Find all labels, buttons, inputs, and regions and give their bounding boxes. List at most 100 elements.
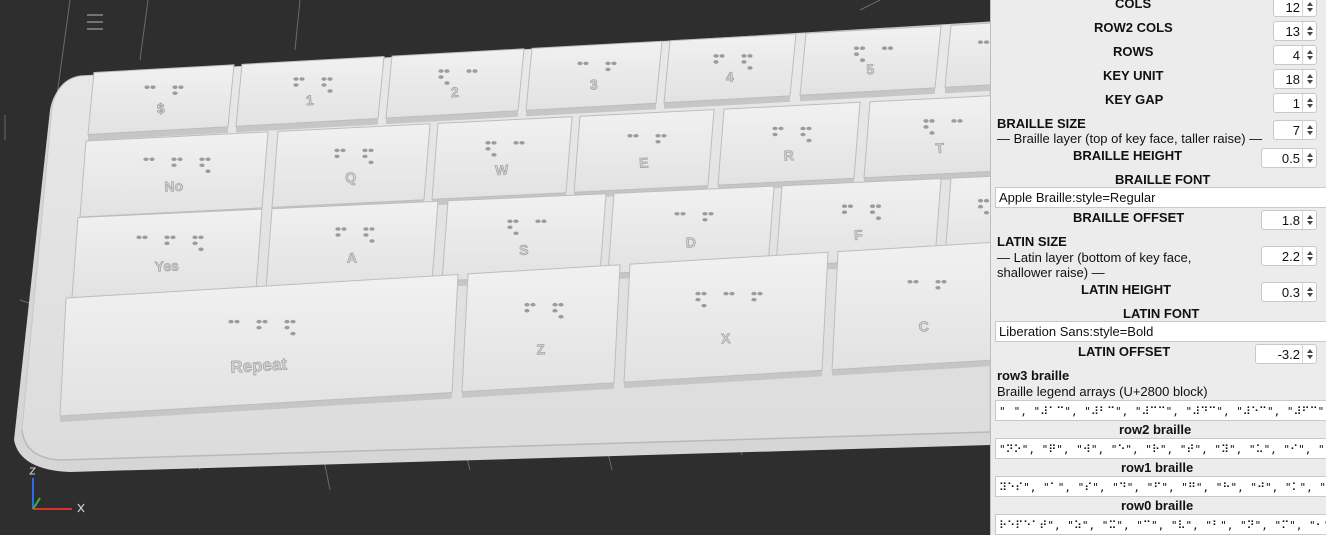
key: 4 bbox=[663, 33, 797, 109]
grid-marker-icon bbox=[87, 14, 103, 30]
spinner-arrows-icon[interactable] bbox=[1302, 70, 1316, 88]
latin-size-label: LATIN SIZE bbox=[997, 234, 1067, 249]
row0-braille-label: row0 braille bbox=[1121, 498, 1194, 513]
spinner-arrows-icon[interactable] bbox=[1302, 94, 1316, 112]
key-legend: F bbox=[854, 227, 864, 243]
braille-font-input[interactable]: Apple Braille:style=Regular bbox=[995, 187, 1326, 208]
key-legend: A bbox=[346, 249, 357, 265]
spinner-arrows-icon[interactable] bbox=[1302, 46, 1316, 64]
latin-offset-value: -3.2 bbox=[1277, 347, 1300, 362]
key-legend: D bbox=[685, 234, 696, 250]
row1-braille-label: row1 braille bbox=[1121, 460, 1194, 475]
latin-offset-input[interactable]: -3.2 bbox=[1255, 344, 1317, 364]
braille-height-value: 0.5 bbox=[1281, 151, 1300, 166]
key-legend: $ bbox=[156, 100, 165, 116]
row3-braille-input[interactable]: "⠀", "⠼⠁⠉", "⠼⠃⠉", "⠼⠉⠉", "⠼⠙⠉", "⠼⠑⠉", … bbox=[995, 400, 1326, 421]
3d-viewport[interactable]: $1 2 3 4 5 No Q W E R T Yes A S D F Repeat Z X C bbox=[0, 0, 990, 535]
key: Z bbox=[461, 264, 621, 398]
key: 1 bbox=[235, 55, 385, 133]
key-legend: 5 bbox=[866, 61, 875, 77]
latin-size-input[interactable]: 2.2 bbox=[1261, 246, 1317, 266]
spinner-arrows-icon[interactable] bbox=[1302, 211, 1316, 229]
rows-value: 4 bbox=[1292, 48, 1300, 63]
latin-layer-description-1: — Latin layer (bottom of key face, bbox=[997, 250, 1192, 265]
rows-input[interactable]: 4 bbox=[1273, 45, 1317, 65]
spinner-arrows-icon[interactable] bbox=[1302, 247, 1316, 265]
latin-font-input[interactable]: Liberation Sans:style=Bold bbox=[995, 321, 1326, 342]
braille-height-input[interactable]: 0.5 bbox=[1261, 148, 1317, 168]
key-legend: R bbox=[783, 147, 794, 163]
latin-size-value: 2.2 bbox=[1281, 249, 1300, 264]
row2-braille-input[interactable]: "⠝⠕", "⠟", "⠺", "⠑", "⠗", "⠞", "⠽", "⠥",… bbox=[995, 438, 1326, 459]
key: No bbox=[79, 131, 269, 223]
cols-value: 12 bbox=[1285, 0, 1300, 15]
key-legend: W bbox=[495, 161, 510, 178]
key-legend: X bbox=[721, 330, 732, 347]
row2-braille-label: row2 braille bbox=[1119, 422, 1192, 437]
braille-size-input[interactable]: 7 bbox=[1273, 120, 1317, 140]
spinner-arrows-icon[interactable] bbox=[1302, 22, 1316, 40]
key: Repeat bbox=[59, 273, 459, 422]
key-legend: 1 bbox=[305, 92, 314, 108]
key: C bbox=[831, 242, 990, 376]
latin-height-value: 0.3 bbox=[1281, 285, 1300, 300]
spinner-arrows-icon[interactable] bbox=[1302, 0, 1316, 16]
key: W bbox=[431, 116, 573, 206]
key-gap-value: 1 bbox=[1292, 96, 1300, 111]
key-unit-input[interactable]: 18 bbox=[1273, 69, 1317, 89]
braille-layer-description: — Braille layer (top of key face, taller… bbox=[997, 131, 1263, 146]
key-gap-input[interactable]: 1 bbox=[1273, 93, 1317, 113]
rows-label: ROWS bbox=[1113, 44, 1154, 59]
key-legend: Repeat bbox=[230, 355, 288, 377]
key-legend: C bbox=[918, 318, 929, 335]
key-legend: Yes bbox=[154, 257, 179, 274]
latin-font-label: LATIN FONT bbox=[1123, 306, 1200, 321]
braille-size-label: BRAILLE SIZE bbox=[997, 116, 1086, 131]
key: 5 bbox=[799, 25, 942, 102]
key bbox=[944, 22, 990, 94]
key: E bbox=[573, 109, 715, 199]
key: 3 bbox=[525, 40, 663, 117]
row2-cols-value: 13 bbox=[1285, 24, 1300, 39]
row2-cols-label: ROW2 COLS bbox=[1094, 20, 1173, 35]
key-legend: Q bbox=[345, 169, 357, 186]
braille-offset-value: 1.8 bbox=[1281, 213, 1300, 228]
key-legend: Z bbox=[536, 341, 546, 358]
latin-offset-label: LATIN OFFSET bbox=[1078, 344, 1171, 359]
key-legend: 4 bbox=[725, 69, 734, 85]
spinner-arrows-icon[interactable] bbox=[1302, 345, 1316, 363]
braille-offset-label: BRAILLE OFFSET bbox=[1073, 210, 1185, 225]
key-legend: No bbox=[164, 178, 183, 195]
spinner-arrows-icon[interactable] bbox=[1302, 121, 1316, 139]
braille-height-label: BRAILLE HEIGHT bbox=[1073, 148, 1183, 163]
customizer-panel: COLS 12 ROW2 COLS 13 ROWS 4 KEY UNIT 18 … bbox=[990, 0, 1326, 535]
spinner-arrows-icon[interactable] bbox=[1302, 149, 1316, 167]
braille-offset-input[interactable]: 1.8 bbox=[1261, 210, 1317, 230]
key: Q bbox=[271, 123, 431, 214]
key: R bbox=[717, 101, 861, 192]
cols-label: COLS bbox=[1115, 0, 1152, 11]
key-legend: 2 bbox=[450, 84, 459, 100]
row1-braille-input[interactable]: ⠽⠑⠎", "⠁", "⠎", "⠙", "⠋", "⠛", "⠓", "⠚",… bbox=[995, 476, 1326, 497]
key-legend: E bbox=[639, 154, 649, 170]
latin-height-label: LATIN HEIGHT bbox=[1081, 282, 1172, 297]
key-legend: T bbox=[935, 140, 945, 156]
key-gap-label: KEY GAP bbox=[1105, 92, 1164, 107]
key: X bbox=[623, 251, 829, 389]
latin-layer-description-2: shallower raise) — bbox=[997, 265, 1105, 280]
row2-cols-input[interactable]: 13 bbox=[1273, 21, 1317, 41]
spinner-arrows-icon[interactable] bbox=[1302, 283, 1316, 301]
braille-size-value: 7 bbox=[1292, 123, 1300, 138]
key: 2 bbox=[385, 48, 525, 125]
key-legend: 3 bbox=[589, 76, 598, 92]
cols-input[interactable]: 12 bbox=[1273, 0, 1317, 17]
key: T bbox=[863, 95, 990, 184]
latin-height-input[interactable]: 0.3 bbox=[1261, 282, 1317, 302]
model-render: $1 2 3 4 5 No Q W E R T Yes A S D F Repeat Z X C bbox=[4, 0, 990, 513]
braille-font-label: BRAILLE FONT bbox=[1115, 172, 1211, 187]
braille-arrays-description: Braille legend arrays (U+2800 block) bbox=[997, 384, 1208, 399]
row3-braille-label: row3 braille bbox=[997, 368, 1070, 383]
row0-braille-input[interactable]: ⠗⠑⠏⠑⠁⠞", "⠵", "⠭", "⠉", "⠧", "⠃", "⠝", "… bbox=[995, 514, 1326, 535]
key-unit-label: KEY UNIT bbox=[1103, 68, 1164, 83]
key-legend: S bbox=[519, 242, 529, 258]
